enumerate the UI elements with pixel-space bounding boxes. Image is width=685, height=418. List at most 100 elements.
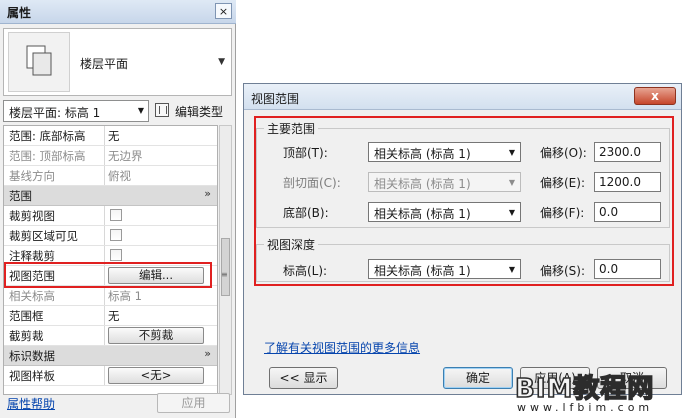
column-divider [104,226,105,245]
property-value: 无 [108,129,120,143]
properties-palette: 属性 × 楼层平面 ▼ 楼层平面: 标高 1 ▼ 编辑类型 范围: 底部标高 无 [0,0,236,418]
property-name: 裁剪视图 [9,209,55,223]
property-row: 范围: 顶部标高 无边界 [4,146,217,166]
scrollbar-thumb[interactable] [221,238,230,296]
cut-plane-offset-input[interactable]: 1200.0 [594,172,661,192]
close-icon[interactable]: × [215,3,232,19]
type-selector[interactable]: 楼层平面 ▼ [3,28,232,96]
show-button[interactable]: << 显示 [269,367,338,389]
depth-level-value: 相关标高 (标高 1) [374,264,471,278]
properties-title: 属性 [7,6,32,20]
property-row: 裁剪视图 [4,206,217,226]
chevron-down-icon: ▼ [508,178,515,187]
property-row: 裁剪区域可见 [4,226,217,246]
apply-button[interactable]: 应用(A) [520,367,590,389]
cut-plane-level-select: 相关标高 (标高 1) ▼ [368,172,521,192]
chevron-down-icon[interactable]: ▼ [218,57,225,67]
top-level-select[interactable]: 相关标高 (标高 1) ▼ [368,142,521,162]
column-divider [104,306,105,325]
property-name: 基线方向 [9,169,55,183]
group-header-identity-data[interactable]: 标识数据 » [4,346,217,366]
cut-plane-level-value: 相关标高 (标高 1) [374,177,471,191]
bottom-level-select[interactable]: 相关标高 (标高 1) ▼ [368,202,521,222]
top-offset-label: 偏移(O): [540,146,587,160]
bottom-level-value: 相关标高 (标高 1) [374,207,471,221]
view-range-edit-button[interactable]: 编辑... [108,267,204,284]
group-header-extents[interactable]: 范围 » [4,186,217,206]
group-name: 范围 [9,189,32,203]
type-name: 楼层平面 [80,57,129,71]
property-name: 视图范围 [9,269,55,283]
floor-plan-icon [8,32,70,92]
column-divider [104,126,105,145]
primary-range-legend: 主要范围 [264,120,319,137]
property-row[interactable]: 范围框 无 [4,306,217,326]
column-divider [104,366,105,385]
depth-offset-input[interactable]: 0.0 [594,259,661,279]
property-name: 范围: 顶部标高 [9,149,86,163]
crop-view-checkbox[interactable] [110,209,122,221]
properties-apply-button[interactable]: 应用 [157,393,230,413]
instance-filter-value: 楼层平面: 标高 1 [9,106,101,120]
chevron-down-icon: ▼ [137,106,144,115]
collapse-icon[interactable]: » [204,347,211,360]
edit-type-icon [155,103,169,117]
column-divider [104,146,105,165]
bottom-offset-label: 偏移(F): [540,206,585,220]
properties-help-link[interactable]: 属性帮助 [7,395,55,412]
bottom-label: 底部(B): [283,206,329,220]
property-grid-scrollbar[interactable]: ≡ [219,125,232,395]
far-clip-button[interactable]: 不剪裁 [108,327,204,344]
property-row: 视图范围 编辑... [4,266,217,286]
collapse-icon[interactable]: » [204,187,211,200]
property-row: 视图样板 <无> [4,366,217,386]
property-value: 俯视 [108,169,131,183]
property-value: 无 [108,309,120,323]
property-name: 相关标高 [9,289,55,303]
grip-icon: ≡ [221,270,228,279]
close-icon[interactable]: x [634,87,676,105]
column-divider [104,166,105,185]
column-divider [104,206,105,225]
property-row[interactable]: 范围: 底部标高 无 [4,126,217,146]
property-grid: 范围: 底部标高 无 范围: 顶部标高 无边界 基线方向 俯视 范围 » 裁剪视… [3,125,218,395]
property-name: 视图样板 [9,369,55,383]
property-name: 裁剪区域可见 [9,229,78,243]
instance-filter-select[interactable]: 楼层平面: 标高 1 ▼ [3,100,149,122]
property-value: 标高 1 [108,289,142,303]
property-name: 范围框 [9,309,44,323]
view-template-button[interactable]: <无> [108,367,204,384]
view-depth-legend: 视图深度 [264,236,319,253]
property-row: 注释裁剪 [4,246,217,266]
cut-plane-label: 剖切面(C): [283,176,341,190]
chevron-down-icon: ▼ [508,208,515,217]
group-name: 标识数据 [9,349,55,363]
column-divider [104,266,105,285]
property-name: 范围: 底部标高 [9,129,86,143]
cut-plane-offset-label: 偏移(E): [540,176,585,190]
watermark-url: www.lfbim.com [517,401,654,414]
instance-row: 楼层平面: 标高 1 ▼ 编辑类型 [3,100,233,122]
property-value: 无边界 [108,149,143,163]
column-divider [104,326,105,345]
chevron-down-icon: ▼ [508,148,515,157]
depth-level-label: 标高(L): [283,264,328,278]
property-name: 注释裁剪 [9,249,55,263]
column-divider [104,286,105,305]
ok-button[interactable]: 确定 [443,367,513,389]
top-offset-input[interactable]: 2300.0 [594,142,661,162]
crop-region-visible-checkbox[interactable] [110,229,122,241]
column-divider [104,246,105,265]
view-range-dialog: 视图范围 x 主要范围 顶部(T): 相关标高 (标高 1) ▼ 偏移(O): … [243,83,682,395]
properties-title-bar: 属性 × [0,0,236,24]
depth-level-select[interactable]: 相关标高 (标高 1) ▼ [368,259,521,279]
top-label: 顶部(T): [283,146,328,160]
property-row: 基线方向 俯视 [4,166,217,186]
learn-more-link[interactable]: 了解有关视图范围的更多信息 [264,339,420,356]
dialog-title: 视图范围 [251,92,300,106]
edit-type-label: 编辑类型 [175,105,224,119]
dialog-title-bar: 视图范围 x [244,84,681,110]
cancel-button[interactable]: 取消 [597,367,667,389]
bottom-offset-input[interactable]: 0.0 [594,202,661,222]
annotation-crop-checkbox[interactable] [110,249,122,261]
